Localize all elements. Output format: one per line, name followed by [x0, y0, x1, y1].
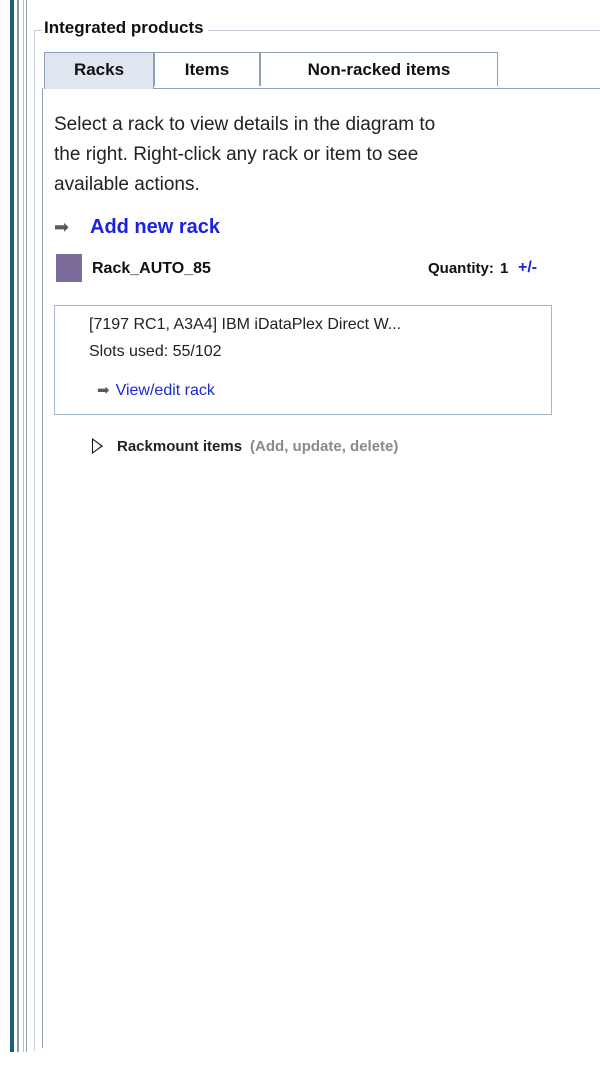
window-edge-line	[23, 0, 24, 1052]
arrow-right-icon: ➡	[97, 382, 110, 399]
rack-row[interactable]: Rack_AUTO_85 Quantity: 1 +/-	[56, 254, 556, 284]
slots-used: Slots used: 55/102	[89, 343, 222, 360]
rackmount-items-hint: (Add, update, delete)	[250, 437, 399, 455]
rack-name[interactable]: Rack_AUTO_85	[92, 260, 211, 278]
view-edit-rack-link[interactable]: ➡ View/edit rack	[97, 381, 215, 400]
arrow-right-icon: ➡	[54, 216, 70, 237]
quantity-label: Quantity:	[428, 260, 494, 277]
view-edit-rack-label[interactable]: View/edit rack	[116, 382, 215, 399]
window-edge	[0, 0, 28, 1075]
instructions-line: Select a rack to view details in the dia…	[54, 114, 436, 135]
add-new-rack-label[interactable]: Add new rack	[90, 216, 220, 239]
tab-non-racked-items[interactable]: Non-racked items	[260, 52, 498, 86]
rackmount-items-label[interactable]: Rackmount items	[117, 438, 242, 455]
window-edge-line	[26, 0, 27, 1052]
rack-details-card[interactable]: [7197 RC1, A3A4] IBM iDataPlex Direct W.…	[54, 305, 552, 415]
window-edge-line	[17, 0, 19, 1052]
tab-racks[interactable]: Racks	[44, 52, 154, 89]
instructions-text: Select a rack to view details in the dia…	[54, 110, 554, 200]
add-new-rack-link[interactable]: ➡ Add new rack	[54, 212, 220, 242]
expand-triangle-icon[interactable]	[92, 438, 103, 454]
instructions-line: available actions.	[54, 174, 200, 195]
window-edge-line	[10, 0, 14, 1052]
rack-color-swatch	[56, 254, 82, 282]
instructions-line: the right. Right-click any rack or item …	[54, 144, 419, 165]
quantity-value: 1	[500, 260, 509, 277]
quantity-adjust-link[interactable]: +/-	[518, 259, 537, 277]
tab-items[interactable]: Items	[154, 52, 260, 86]
rack-description: [7197 RC1, A3A4] IBM iDataPlex Direct W.…	[89, 316, 402, 333]
group-title: Integrated products	[42, 18, 208, 38]
rackmount-items-toggle[interactable]: Rackmount items (Add, update, delete)	[92, 434, 398, 458]
